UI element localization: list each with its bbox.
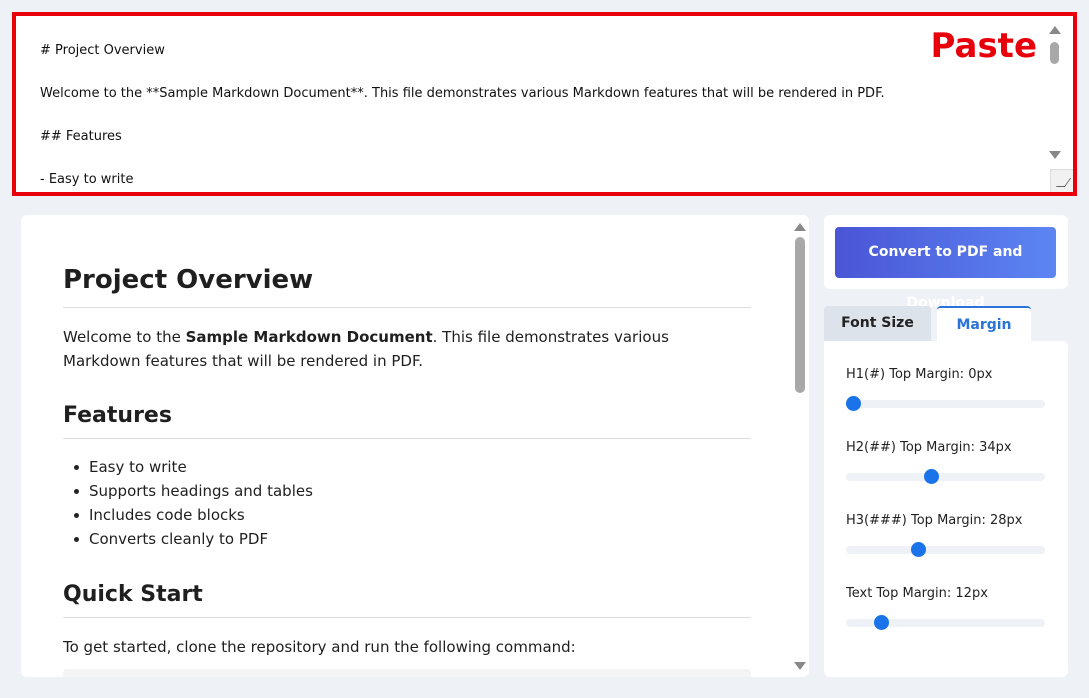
intro-bold: Sample Markdown Document <box>185 328 433 346</box>
markdown-input[interactable]: # Project Overview Welcome to the **Samp… <box>12 12 1077 196</box>
scroll-up-arrow-icon[interactable] <box>1049 26 1061 34</box>
editor-line: # Project Overview <box>40 43 165 58</box>
list-item: Supports headings and tables <box>74 479 313 503</box>
slider-handle[interactable] <box>846 396 861 411</box>
action-card: Convert to PDF and Download <box>824 215 1068 311</box>
slider-handle[interactable] <box>911 542 926 557</box>
tab-font-size[interactable]: Font Size <box>824 306 931 341</box>
margin-settings-panel: H1(#) Top Margin: 0px H2(##) Top Margin:… <box>824 341 1068 677</box>
markdown-text[interactable]: # Project Overview Welcome to the **Samp… <box>40 34 1033 186</box>
h2-margin-label: H2(##) Top Margin: 34px <box>846 440 1012 455</box>
convert-to-pdf-button[interactable]: Convert to PDF and Download <box>835 227 1056 311</box>
editor-line: - Easy to write <box>40 172 134 186</box>
list-item: Converts cleanly to PDF <box>74 527 313 551</box>
code-block <box>63 669 751 677</box>
preview-intro: Welcome to the Sample Markdown Document.… <box>63 325 751 373</box>
text-margin-slider[interactable] <box>846 615 1045 630</box>
editor-line: Welcome to the **Sample Markdown Documen… <box>40 86 885 101</box>
list-item: Easy to write <box>74 455 313 479</box>
resize-handle-icon[interactable] <box>1050 169 1073 192</box>
editor-line: ## Features <box>40 129 122 144</box>
preview-scrollbar-thumb[interactable] <box>795 237 805 393</box>
editor-scrollbar-thumb[interactable] <box>1050 42 1059 64</box>
paste-annotation: Paste <box>930 26 1038 66</box>
h3-margin-slider[interactable] <box>846 542 1045 557</box>
scroll-down-arrow-icon[interactable] <box>794 662 806 670</box>
h3-margin-label: H3(###) Top Margin: 28px <box>846 513 1023 528</box>
features-list: Easy to write Supports headings and tabl… <box>74 455 313 551</box>
preview-h1: Project Overview <box>63 265 751 308</box>
intro-text: Welcome to the <box>63 328 186 346</box>
h2-margin-slider[interactable] <box>846 469 1045 484</box>
preview-h2-features: Features <box>63 403 751 439</box>
tab-margin[interactable]: Margin <box>937 306 1031 341</box>
slider-handle[interactable] <box>924 469 939 484</box>
scroll-down-arrow-icon[interactable] <box>1049 151 1061 159</box>
preview-panel: Project Overview Welcome to the Sample M… <box>21 215 809 677</box>
h1-margin-slider[interactable] <box>846 396 1045 411</box>
quickstart-text: To get started, clone the repository and… <box>63 638 576 656</box>
list-item: Includes code blocks <box>74 503 313 527</box>
text-margin-label: Text Top Margin: 12px <box>846 586 988 601</box>
slider-handle[interactable] <box>874 615 889 630</box>
preview-h2-quickstart: Quick Start <box>63 582 751 618</box>
scroll-up-arrow-icon[interactable] <box>794 223 806 231</box>
h1-margin-label: H1(#) Top Margin: 0px <box>846 367 993 382</box>
